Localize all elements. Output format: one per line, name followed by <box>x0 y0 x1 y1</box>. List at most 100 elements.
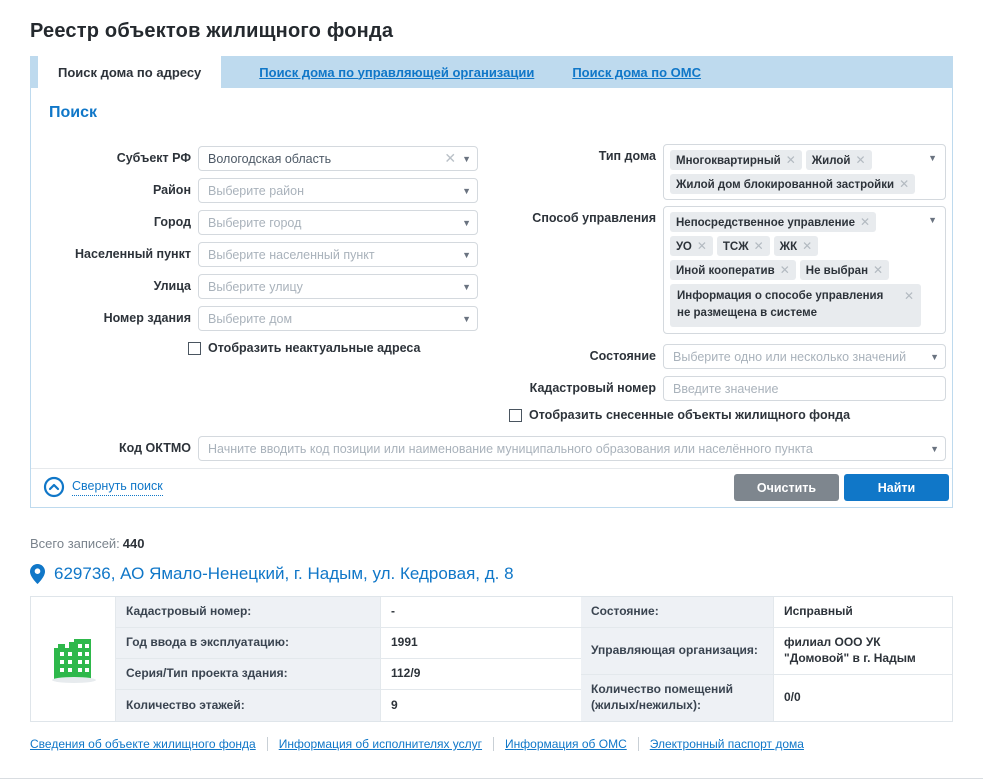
house-type-tag: Жилой✕ <box>806 150 872 170</box>
oktmo-label: Код ОКТМО <box>31 436 191 461</box>
link-oms-info[interactable]: Информация об ОМС <box>494 737 639 751</box>
building-number-placeholder: Выберите дом <box>208 312 456 326</box>
building-number-select[interactable]: Выберите дом ▼ <box>198 306 478 331</box>
result-address-link[interactable]: 629736, АО Ямало-Ненецкий, г. Надым, ул.… <box>54 564 514 584</box>
remove-tag-icon[interactable]: ✕ <box>856 153 866 167</box>
remove-tag-icon[interactable]: ✕ <box>786 153 796 167</box>
result-details-right: Состояние: Исправный Управляющая организ… <box>581 597 952 721</box>
registry-page: Реестр объектов жилищного фонда Поиск до… <box>0 0 983 751</box>
field-row-oktmo: Код ОКТМО Начните вводить код позиции ил… <box>31 436 946 461</box>
management-tag: Не выбран✕ <box>800 260 889 280</box>
tab-search-by-address[interactable]: Поиск дома по адресу <box>38 56 221 88</box>
chevron-down-icon[interactable]: ▼ <box>462 250 471 260</box>
link-electronic-passport[interactable]: Электронный паспорт дома <box>639 737 815 751</box>
tab-bar: Поиск дома по адресу Поиск дома по управ… <box>30 56 953 88</box>
oktmo-combobox[interactable]: Начните вводить код позиции или наименов… <box>198 436 946 461</box>
subject-value: Вологодская область <box>208 152 438 166</box>
building-icon <box>44 630 102 688</box>
chevron-down-icon[interactable]: ▼ <box>462 282 471 292</box>
remove-tag-icon[interactable]: ✕ <box>904 287 914 305</box>
city-select[interactable]: Выберите город ▼ <box>198 210 478 235</box>
result-links: Сведения об объекте жилищного фонда Инфо… <box>30 737 953 751</box>
street-select[interactable]: Выберите улицу ▼ <box>198 274 478 299</box>
cadastral-label: Кадастровый номер <box>471 376 656 401</box>
result-address-row: 629736, АО Ямало-Ненецкий, г. Надым, ул.… <box>30 564 953 584</box>
field-row-city: Город Выберите город ▼ <box>31 210 478 235</box>
detail-value: 0/0 <box>774 675 952 721</box>
page-title: Реестр объектов жилищного фонда <box>30 0 953 43</box>
demolished-label: Отобразить снесенные объекты жилищного ф… <box>529 408 850 422</box>
house-type-tag: Жилой дом блокированной застройки✕ <box>670 174 915 194</box>
total-records: Всего записей:440 <box>30 536 953 551</box>
detail-label: Состояние: <box>581 597 774 628</box>
remove-tag-icon[interactable]: ✕ <box>697 239 707 253</box>
street-placeholder: Выберите улицу <box>208 280 456 294</box>
detail-value: - <box>381 597 581 628</box>
settlement-select[interactable]: Выберите населенный пункт ▼ <box>198 242 478 267</box>
field-row-street: Улица Выберите улицу ▼ <box>31 274 478 299</box>
building-number-label: Номер здания <box>31 306 191 331</box>
cadastral-input[interactable] <box>663 376 946 401</box>
management-tag: ЖК✕ <box>774 236 818 256</box>
management-tag-no-info: Информация о способе управления не разме… <box>670 284 921 327</box>
inactive-addresses-label: Отобразить неактуальные адреса <box>208 341 420 355</box>
chevron-down-icon[interactable]: ▼ <box>930 352 939 362</box>
field-row-settlement: Населенный пункт Выберите населенный пун… <box>31 242 478 267</box>
house-type-multiselect[interactable]: Многоквартирный✕ Жилой✕ Жилой дом блокир… <box>663 144 946 200</box>
management-tag: Непосредственное управление✕ <box>670 212 876 232</box>
field-row-management: Способ управления Непосредственное управ… <box>471 206 946 334</box>
management-multiselect[interactable]: Непосредственное управление✕ УО✕ ТСЖ✕ ЖК… <box>663 206 946 334</box>
panel-divider <box>31 468 952 469</box>
detail-value: 112/9 <box>381 659 581 690</box>
chevron-down-icon[interactable]: ▼ <box>928 153 937 163</box>
field-row-building: Номер здания Выберите дом ▼ <box>31 306 478 331</box>
location-pin-icon <box>30 564 45 584</box>
remove-tag-icon[interactable]: ✕ <box>780 263 790 277</box>
detail-value: филиал ООО УК "Домовой" в г. Надым <box>774 628 952 675</box>
detail-label: Серия/Тип проекта здания: <box>116 659 381 690</box>
state-select[interactable]: Выберите одно или несколько значений ▼ <box>663 344 946 369</box>
street-label: Улица <box>31 274 191 299</box>
field-row-state: Состояние Выберите одно или несколько зн… <box>471 344 946 369</box>
detail-label: Количество помещений (жилых/нежилых): <box>581 675 774 721</box>
link-object-info[interactable]: Сведения об объекте жилищного фонда <box>30 737 268 751</box>
clear-icon[interactable]: ✕ <box>444 150 456 167</box>
demolished-row: Отобразить снесенные объекты жилищного ф… <box>509 408 850 422</box>
house-type-label: Тип дома <box>471 144 656 200</box>
chevron-down-icon[interactable]: ▼ <box>928 215 937 225</box>
district-label: Район <box>31 178 191 203</box>
result-details-left: Кадастровый номер: - Год ввода в эксплуа… <box>31 597 581 721</box>
remove-tag-icon[interactable]: ✕ <box>860 215 870 229</box>
field-row-house-type: Тип дома Многоквартирный✕ Жилой✕ Жилой д… <box>471 144 946 200</box>
chevron-down-icon[interactable]: ▼ <box>462 218 471 228</box>
district-select[interactable]: Выберите район ▼ <box>198 178 478 203</box>
chevron-down-icon[interactable]: ▼ <box>462 314 471 324</box>
remove-tag-icon[interactable]: ✕ <box>899 177 909 191</box>
remove-tag-icon[interactable]: ✕ <box>754 239 764 253</box>
management-tag: Иной кооператив✕ <box>670 260 796 280</box>
demolished-checkbox[interactable] <box>509 409 522 422</box>
chevron-down-icon[interactable]: ▼ <box>462 186 471 196</box>
settlement-label: Населенный пункт <box>31 242 191 267</box>
detail-label: Кадастровый номер: <box>116 597 381 628</box>
clear-button[interactable]: Очистить <box>734 474 839 501</box>
chevron-down-icon[interactable]: ▼ <box>462 154 471 164</box>
remove-tag-icon[interactable]: ✕ <box>802 239 812 253</box>
remove-tag-icon[interactable]: ✕ <box>873 263 883 277</box>
inactive-addresses-checkbox[interactable] <box>188 342 201 355</box>
city-placeholder: Выберите город <box>208 216 456 230</box>
detail-value: Исправный <box>774 597 952 628</box>
tab-search-by-oms[interactable]: Поиск дома по ОМС <box>572 56 701 88</box>
tab-search-by-organization[interactable]: Поиск дома по управляющей организации <box>259 56 534 88</box>
find-button[interactable]: Найти <box>844 474 949 501</box>
chevron-down-icon[interactable]: ▼ <box>930 444 939 454</box>
subject-label: Субъект РФ <box>31 146 191 171</box>
search-panel: Поиск Субъект РФ Вологодская область ✕ ▼… <box>30 88 953 508</box>
settlement-placeholder: Выберите населенный пункт <box>208 248 456 262</box>
management-tag: ТСЖ✕ <box>717 236 770 256</box>
collapse-search-label: Свернуть поиск <box>72 479 163 496</box>
collapse-search-link[interactable]: Свернуть поиск <box>43 476 163 498</box>
total-records-value: 440 <box>123 536 145 551</box>
link-service-providers[interactable]: Информация об исполнителях услуг <box>268 737 494 751</box>
subject-select[interactable]: Вологодская область ✕ ▼ <box>198 146 478 171</box>
